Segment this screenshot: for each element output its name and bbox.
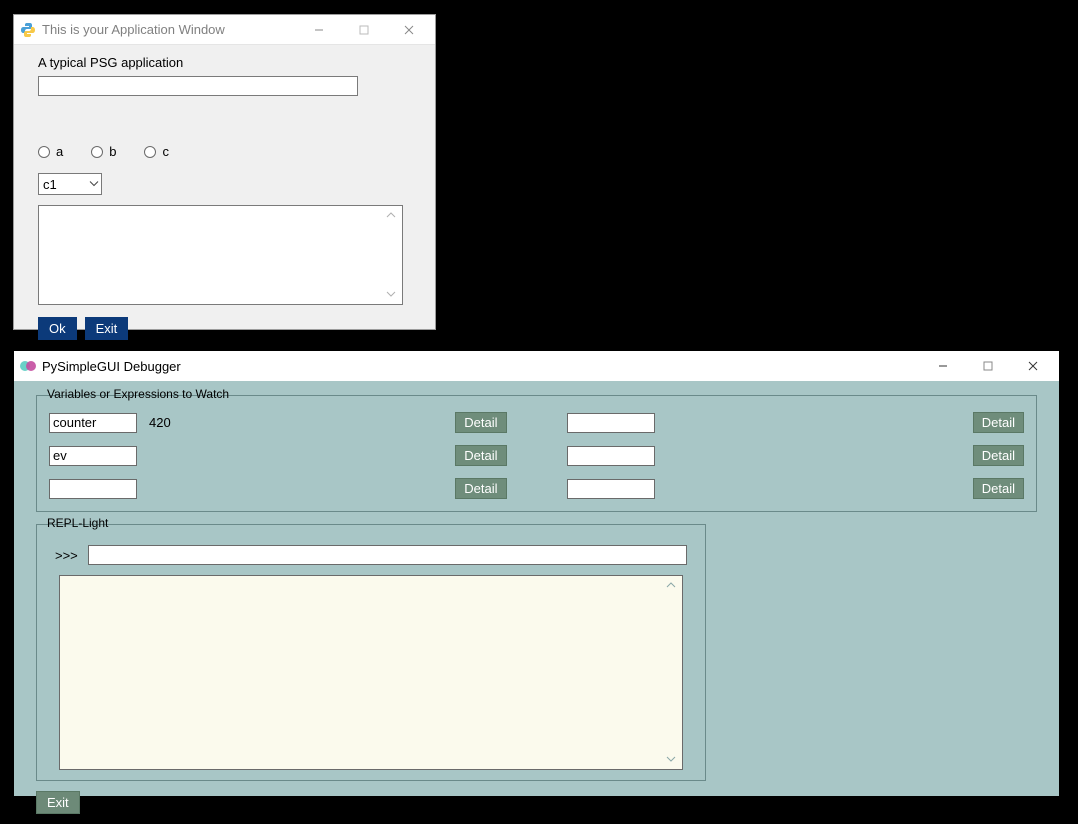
watch-expr-input[interactable] [49,446,137,466]
watch-frame: Variables or Expressions to Watch 420 De… [36,395,1037,512]
watch-expr-input[interactable] [49,413,137,433]
scroll-down-icon [385,287,401,302]
radio-a[interactable]: a [38,144,63,159]
ok-button[interactable]: Ok [38,317,77,340]
multiline-input[interactable] [38,205,403,305]
psg-icon [20,358,36,374]
watch-col-right: Detail Detail Detail [567,412,1025,499]
watch-row: Detail [49,445,507,466]
app-heading: A typical PSG application [38,55,411,70]
radio-dot-icon [38,146,50,158]
radio-c[interactable]: c [144,144,169,159]
debugger-window: PySimpleGUI Debugger Variables or Expres… [14,351,1059,796]
radio-b-label: b [109,144,116,159]
app-window-title: This is your Application Window [42,22,296,37]
watch-row: Detail [49,478,507,499]
debugger-window-title: PySimpleGUI Debugger [42,359,920,374]
debugger-window-titlebar[interactable]: PySimpleGUI Debugger [14,351,1059,381]
maximize-button[interactable] [965,352,1010,380]
app-window-body: A typical PSG application a b c c1 [14,45,435,354]
close-button[interactable] [386,16,431,44]
radio-a-label: a [56,144,63,159]
scroll-up-icon [665,578,681,593]
exit-button[interactable]: Exit [36,791,80,814]
watch-expr-input[interactable] [567,479,655,499]
app-window-titlebar[interactable]: This is your Application Window [14,15,435,45]
watch-col-left: 420 Detail Detail Detail [49,412,507,499]
exit-button[interactable]: Exit [85,317,129,340]
button-row: Ok Exit [38,317,411,340]
detail-button[interactable]: Detail [973,478,1024,499]
watch-expr-input[interactable] [567,413,655,433]
minimize-button[interactable] [920,352,965,380]
watch-grid: 420 Detail Detail Detail [49,412,1024,499]
app-window: This is your Application Window A typica… [13,14,436,330]
python-icon [20,22,36,38]
watch-row: Detail [567,412,1025,433]
repl-prompt: >>> [55,548,78,563]
detail-button[interactable]: Detail [455,412,506,433]
radio-dot-icon [91,146,103,158]
watch-row: Detail [567,478,1025,499]
detail-button[interactable]: Detail [973,412,1024,433]
minimize-button[interactable] [296,16,341,44]
scroll-up-icon [385,208,401,223]
watch-row: 420 Detail [49,412,507,433]
radio-c-label: c [162,144,169,159]
watch-row: Detail [567,445,1025,466]
combo-selected-value: c1 [43,177,57,192]
repl-frame-legend: REPL-Light [43,516,112,530]
detail-button[interactable]: Detail [455,445,506,466]
combo-select[interactable]: c1 [38,173,102,195]
repl-output[interactable] [59,575,683,770]
radio-b[interactable]: b [91,144,116,159]
radio-group: a b c [38,144,411,159]
watch-value: 420 [149,415,443,430]
watch-frame-legend: Variables or Expressions to Watch [43,387,233,401]
close-button[interactable] [1010,352,1055,380]
detail-button[interactable]: Detail [973,445,1024,466]
watch-expr-input[interactable] [567,446,655,466]
text-input[interactable] [38,76,358,96]
debugger-window-body: Variables or Expressions to Watch 420 De… [14,381,1059,824]
scrollbar[interactable] [385,208,401,302]
scrollbar[interactable] [665,578,681,767]
chevron-down-icon [89,177,99,192]
repl-input[interactable] [88,545,687,565]
watch-expr-input[interactable] [49,479,137,499]
repl-prompt-row: >>> [49,541,693,569]
detail-button[interactable]: Detail [455,478,506,499]
maximize-button[interactable] [341,16,386,44]
radio-dot-icon [144,146,156,158]
repl-frame: REPL-Light >>> [36,524,706,781]
scroll-down-icon [665,752,681,767]
